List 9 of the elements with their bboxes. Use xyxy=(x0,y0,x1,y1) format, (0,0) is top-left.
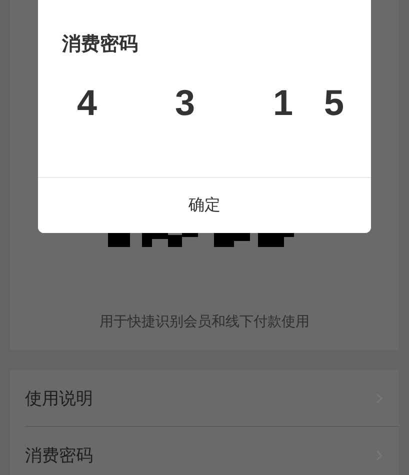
password-digit: 1 xyxy=(272,83,294,125)
password-digit: 3 xyxy=(174,83,196,125)
dialog-title: 消费密码 xyxy=(60,32,139,57)
qr-caption: 用于快捷识别会员和线下付款使用 xyxy=(100,313,310,331)
menu-item[interactable]: 使用说明 xyxy=(10,370,399,426)
menu-item[interactable]: 消费密码 xyxy=(10,427,399,475)
confirm-button[interactable]: 确定 xyxy=(38,177,371,233)
password-digit: 4 xyxy=(76,83,98,125)
password-digit: 5 xyxy=(324,83,346,125)
